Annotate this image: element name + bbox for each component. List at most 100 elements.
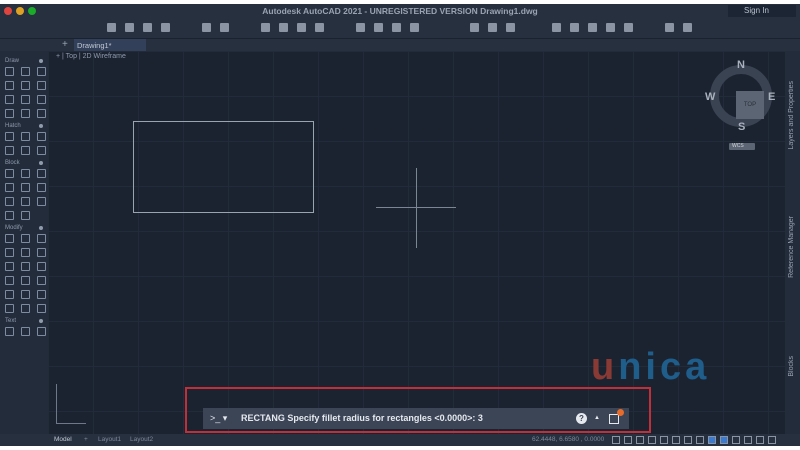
mirror-icon[interactable] [20, 248, 30, 257]
status-toggle-icon[interactable] [720, 436, 728, 444]
erase-icon[interactable] [4, 276, 14, 285]
minimize-button[interactable] [16, 7, 24, 15]
rectangle-options-icon[interactable] [4, 109, 14, 118]
layers-properties-tab[interactable]: Layers and Properties [788, 81, 795, 149]
redo-icon[interactable] [220, 23, 229, 32]
palette-section-draw[interactable]: Draw [0, 57, 48, 65]
new-icon[interactable] [107, 23, 116, 32]
stretch-icon[interactable] [36, 234, 46, 243]
status-toggle-icon[interactable] [756, 436, 764, 444]
command-line[interactable]: >_ ▾ RECTANG Specify fillet radius for r… [203, 408, 629, 429]
insert-icon[interactable] [570, 23, 579, 32]
text-icon[interactable] [4, 327, 14, 336]
status-toggle-icon[interactable] [648, 436, 656, 444]
close-button[interactable] [4, 7, 12, 15]
hatch-icon[interactable] [4, 132, 14, 141]
align-icon[interactable] [20, 304, 30, 313]
copy-icon[interactable] [20, 234, 30, 243]
share-icon[interactable] [609, 414, 619, 424]
status-toggle-icon[interactable] [744, 436, 752, 444]
drawing-canvas[interactable]: + | Top | 2D Wireframe TOP N S E W WCS u… [48, 51, 785, 434]
gradient-icon[interactable] [20, 132, 30, 141]
zoom-button[interactable] [28, 7, 36, 15]
attach-icon[interactable] [374, 23, 383, 32]
external-icon[interactable] [624, 23, 633, 32]
layout-icon[interactable] [410, 23, 419, 32]
paint-icon[interactable] [36, 304, 46, 313]
compass-west[interactable]: W [705, 91, 715, 103]
import-icon[interactable] [356, 23, 365, 32]
publish-icon[interactable] [297, 23, 306, 32]
compass-south[interactable]: S [738, 121, 745, 133]
dist-icon[interactable] [665, 23, 674, 32]
arc-icon[interactable] [20, 81, 30, 90]
properties-icon[interactable] [552, 23, 561, 32]
status-toggle-icon[interactable] [768, 436, 776, 444]
status-toggle-icon[interactable] [660, 436, 668, 444]
block-editor-icon[interactable] [36, 183, 46, 192]
block-manager-icon[interactable] [4, 211, 14, 220]
tab-model[interactable]: Model [54, 434, 72, 446]
sign-in-button[interactable]: Sign In [728, 5, 796, 17]
xline-icon[interactable] [20, 109, 30, 118]
match-icon[interactable] [588, 23, 597, 32]
undo-icon[interactable] [202, 23, 211, 32]
add-layout-button[interactable]: + [84, 434, 88, 446]
tab-layout2[interactable]: Layout2 [130, 434, 153, 446]
attribute-icon[interactable] [4, 183, 14, 192]
move-icon[interactable] [4, 234, 14, 243]
explode-icon[interactable] [20, 276, 30, 285]
rotate-icon[interactable] [4, 248, 14, 257]
ellipse-icon[interactable] [36, 95, 46, 104]
define-attribute-icon[interactable] [20, 183, 30, 192]
match-icon[interactable] [4, 304, 14, 313]
region-icon[interactable] [4, 146, 14, 155]
batch-plot-icon[interactable] [279, 23, 288, 32]
line-icon[interactable] [4, 67, 14, 76]
viewcube-top[interactable]: TOP [736, 91, 764, 119]
offset-icon[interactable] [20, 262, 30, 271]
revcloud-icon[interactable] [36, 109, 46, 118]
polyline-icon[interactable] [20, 67, 30, 76]
plot-icon[interactable] [261, 23, 270, 32]
measure-icon[interactable] [683, 23, 692, 32]
status-toggle-icon[interactable] [612, 436, 620, 444]
save-icon[interactable] [143, 23, 152, 32]
drawn-rectangle[interactable] [133, 121, 314, 213]
spline-icon[interactable] [36, 81, 46, 90]
save-as-icon[interactable] [161, 23, 170, 32]
join-icon[interactable] [36, 276, 46, 285]
group-icon[interactable] [606, 23, 615, 32]
palette-section-hatch[interactable]: Hatch [0, 122, 48, 130]
base-icon[interactable] [20, 197, 30, 206]
boundary-icon[interactable] [36, 132, 46, 141]
rectangle-icon[interactable] [4, 81, 14, 90]
ray-icon[interactable] [20, 95, 30, 104]
circle-icon[interactable] [36, 67, 46, 76]
create-block-icon[interactable] [20, 169, 30, 178]
new-tab-button[interactable]: + [62, 39, 68, 51]
edit-block-icon[interactable] [36, 169, 46, 178]
lengthen-icon[interactable] [36, 290, 46, 299]
status-toggle-icon[interactable] [708, 436, 716, 444]
reference-manager-tab[interactable]: Reference Manager [788, 216, 795, 278]
pan-icon[interactable] [488, 23, 497, 32]
attribute-edit-icon[interactable] [36, 197, 46, 206]
status-toggle-icon[interactable] [672, 436, 680, 444]
tab-layout1[interactable]: Layout1 [98, 434, 121, 446]
status-toggle-icon[interactable] [636, 436, 644, 444]
wipeout-icon[interactable] [36, 146, 46, 155]
trim-icon[interactable] [36, 248, 46, 257]
status-toggle-icon[interactable] [684, 436, 692, 444]
zoom-window-icon[interactable] [470, 23, 479, 32]
array-icon[interactable] [36, 262, 46, 271]
palette-section-modify[interactable]: Modify [0, 224, 48, 232]
viewcube[interactable]: TOP [710, 65, 772, 127]
mtext-icon[interactable] [20, 327, 30, 336]
blocks-tab[interactable]: Blocks [788, 356, 795, 377]
status-toggle-icon[interactable] [732, 436, 740, 444]
compass-east[interactable]: E [768, 91, 775, 103]
status-toggle-icon[interactable] [624, 436, 632, 444]
scale-icon[interactable] [4, 290, 14, 299]
help-icon[interactable]: ? [576, 413, 587, 424]
